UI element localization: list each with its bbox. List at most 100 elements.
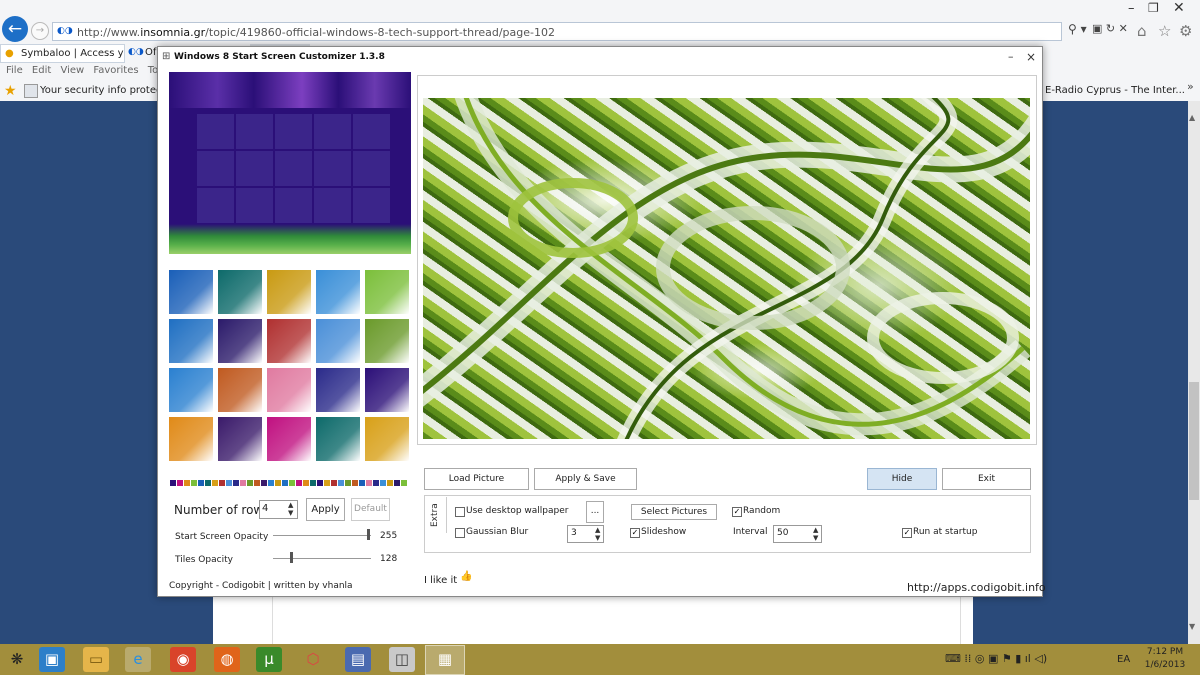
color-swatch[interactable]	[212, 480, 218, 486]
background-thumbnail[interactable]	[218, 319, 262, 363]
color-swatch[interactable]	[226, 480, 232, 486]
color-swatch[interactable]	[331, 480, 337, 486]
background-thumbnail[interactable]	[218, 368, 262, 412]
background-thumbnail[interactable]	[169, 319, 213, 363]
menu-favorites[interactable]: Favorites	[93, 65, 138, 76]
color-swatch[interactable]	[268, 480, 274, 486]
address-search-icon[interactable]: ⚲ ▾	[1068, 22, 1087, 36]
color-swatch[interactable]	[366, 480, 372, 486]
page-scrollbar[interactable]	[1188, 101, 1200, 644]
background-thumbnail[interactable]	[365, 368, 409, 412]
internet-explorer-icon[interactable]: e	[125, 647, 151, 672]
color-swatch[interactable]	[275, 480, 281, 486]
tab-insomnia[interactable]: ◐◑ Of	[127, 44, 157, 63]
gear-icon[interactable]: ⚙	[1179, 22, 1192, 40]
background-thumbnail[interactable]	[365, 417, 409, 461]
favorites-star-icon[interactable]: ★	[4, 83, 17, 99]
background-thumbnail[interactable]	[218, 270, 262, 314]
color-swatch[interactable]	[170, 480, 176, 486]
dialog-close-icon[interactable]: ×	[1026, 50, 1036, 64]
color-swatch[interactable]	[282, 480, 288, 486]
color-swatch[interactable]	[352, 480, 358, 486]
menu-edit[interactable]: Edit	[32, 65, 51, 76]
background-thumbnail[interactable]	[169, 368, 213, 412]
address-bar[interactable]: ◐◑ http://www.insomnia.gr/topic/419860-o…	[52, 22, 1062, 41]
color-swatch[interactable]	[289, 480, 295, 486]
clock-date[interactable]: 1/6/2013	[1142, 660, 1188, 670]
tiles-opacity-slider[interactable]	[273, 558, 371, 559]
color-swatch[interactable]	[401, 480, 407, 486]
gaussian-blur-checkbox[interactable]	[455, 528, 465, 538]
slideshow-checkbox[interactable]: ✓	[630, 528, 640, 538]
default-button[interactable]: Default	[351, 498, 390, 521]
utorrent-icon[interactable]: µ	[256, 647, 282, 672]
menu-view[interactable]: View	[60, 65, 84, 76]
color-swatch[interactable]	[191, 480, 197, 486]
firefox-icon[interactable]: ◍	[214, 647, 240, 672]
hide-button[interactable]: Hide	[867, 468, 937, 490]
remote-desktop-icon[interactable]: ▣	[39, 647, 65, 672]
forward-arrow-icon[interactable]: →	[31, 22, 49, 40]
color-swatch[interactable]	[254, 480, 260, 486]
slider-thumb[interactable]	[367, 529, 370, 540]
menu-file[interactable]: File	[6, 65, 23, 76]
rows-stepper[interactable]: 4 ▲ ▼	[259, 500, 298, 519]
website-link[interactable]: http://apps.codigobit.info	[907, 581, 1046, 594]
color-swatch[interactable]	[296, 480, 302, 486]
dialog-minimize-icon[interactable]: –	[1008, 50, 1014, 63]
home-icon[interactable]: ⌂	[1137, 22, 1147, 40]
apply-button[interactable]: Apply	[306, 498, 345, 521]
color-strip[interactable]	[170, 476, 412, 486]
back-arrow-icon[interactable]: ←	[2, 16, 28, 42]
color-swatch[interactable]	[233, 480, 239, 486]
color-swatch[interactable]	[205, 480, 211, 486]
use-desktop-wallpaper-checkbox[interactable]	[455, 507, 465, 517]
background-thumbnail[interactable]	[267, 417, 311, 461]
color-swatch[interactable]	[380, 480, 386, 486]
chrome-icon[interactable]: ◉	[170, 647, 196, 672]
language-indicator[interactable]: EA	[1117, 654, 1130, 665]
blur-stepper[interactable]: 3 ▲ ▼	[567, 525, 604, 543]
color-swatch[interactable]	[303, 480, 309, 486]
color-swatch[interactable]	[177, 480, 183, 486]
scroll-up-icon[interactable]: ▲	[1189, 113, 1195, 122]
background-thumbnail[interactable]	[316, 319, 360, 363]
favorites-star-icon[interactable]: ☆	[1158, 22, 1171, 40]
tab-symbaloo[interactable]: ● Symbaloo | Access you...	[0, 44, 125, 63]
file-explorer-icon[interactable]: ▭	[83, 647, 109, 672]
refresh-icon[interactable]: ▣ ↻ ✕	[1092, 22, 1128, 35]
color-swatch[interactable]	[219, 480, 225, 486]
window-minimize-icon[interactable]: –	[1128, 1, 1135, 16]
background-thumbnail[interactable]	[267, 270, 311, 314]
color-swatch[interactable]	[198, 480, 204, 486]
color-swatch[interactable]	[310, 480, 316, 486]
select-pictures-button[interactable]: Select Pictures	[631, 504, 717, 520]
chevron-right-icon[interactable]: »	[1187, 80, 1194, 93]
favorites-item[interactable]: E-Radio Cyprus - The Inter...	[1045, 85, 1185, 96]
window-close-icon[interactable]: ✕	[1173, 0, 1185, 16]
background-thumbnail[interactable]	[365, 270, 409, 314]
color-swatch[interactable]	[373, 480, 379, 486]
wireframe-app-icon[interactable]: ⬡	[300, 647, 326, 672]
background-thumbnail[interactable]	[169, 417, 213, 461]
exit-button[interactable]: Exit	[942, 468, 1031, 490]
apply-save-button[interactable]: Apply & Save	[534, 468, 637, 490]
color-swatch[interactable]	[324, 480, 330, 486]
color-swatch[interactable]	[317, 480, 323, 486]
color-swatch[interactable]	[184, 480, 190, 486]
scrollbar-thumb[interactable]	[1189, 382, 1199, 500]
start-opacity-slider[interactable]	[273, 535, 371, 536]
background-thumbnail[interactable]	[316, 417, 360, 461]
app-window-icon[interactable]: ◫	[389, 647, 415, 672]
scroll-down-icon[interactable]: ▼	[1189, 622, 1195, 631]
system-tray-icons[interactable]: ⌨ ⁞⁞ ◎ ▣ ⚑ ▮ ıl ◁)	[945, 652, 1047, 665]
grid-app-icon[interactable]: ▦	[432, 647, 458, 672]
color-swatch[interactable]	[240, 480, 246, 486]
browse-button[interactable]: ...	[586, 501, 604, 523]
document-icon[interactable]: ▤	[345, 647, 371, 672]
slider-thumb[interactable]	[290, 552, 293, 563]
color-swatch[interactable]	[345, 480, 351, 486]
random-checkbox[interactable]: ✓	[732, 507, 742, 517]
background-thumbnail[interactable]	[267, 319, 311, 363]
spin-arrows-icon[interactable]: ▲ ▼	[595, 526, 600, 542]
